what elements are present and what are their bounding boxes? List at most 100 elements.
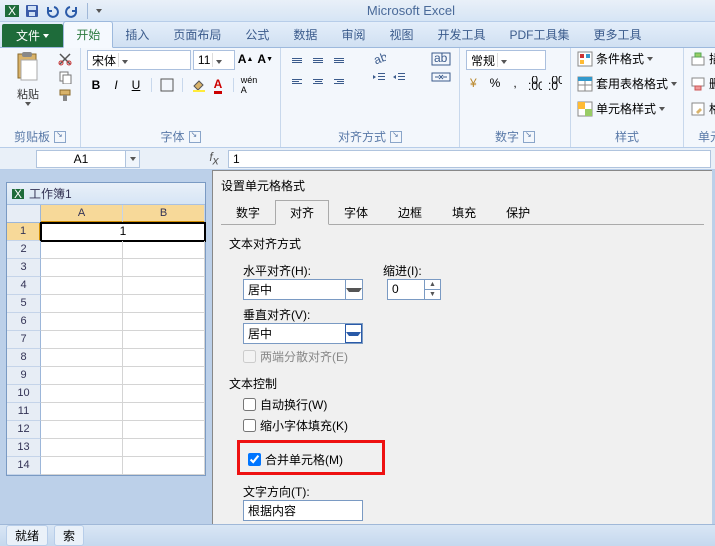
row-header[interactable]: 9 [7, 367, 41, 385]
h-align-combo[interactable]: 居中 [243, 279, 363, 300]
cell[interactable] [41, 259, 123, 277]
cell[interactable] [41, 439, 123, 457]
v-align-combo[interactable]: 居中 [243, 323, 363, 344]
grow-font-icon[interactable]: A▲ [237, 50, 255, 68]
cell[interactable] [41, 367, 123, 385]
decrease-indent-icon[interactable] [370, 68, 388, 86]
column-header-b[interactable]: B [123, 205, 205, 223]
column-header-a[interactable]: A [41, 205, 123, 223]
align-top-left[interactable] [287, 50, 307, 70]
decrease-decimal-icon[interactable]: .00.0 [546, 74, 564, 92]
cell[interactable] [41, 385, 123, 403]
align-left[interactable] [287, 71, 307, 91]
font-size-combo[interactable]: 11 [193, 50, 235, 70]
cell[interactable] [123, 439, 205, 457]
cell[interactable] [123, 259, 205, 277]
cell[interactable] [41, 331, 123, 349]
cell[interactable] [123, 421, 205, 439]
paste-button[interactable]: 粘贴 [6, 50, 50, 108]
select-all-corner[interactable] [7, 205, 41, 223]
cell[interactable] [123, 403, 205, 421]
dialog-tab-fill[interactable]: 填充 [437, 200, 491, 225]
phonetic-icon[interactable]: wénA [240, 76, 258, 94]
row-header[interactable]: 7 [7, 331, 41, 349]
tab-insert[interactable]: 插入 [113, 22, 161, 47]
wrap-text-icon[interactable]: ab [429, 50, 453, 68]
wrap-text-checkbox[interactable] [243, 398, 256, 411]
cell[interactable] [41, 295, 123, 313]
copy-icon[interactable] [56, 68, 74, 86]
tab-formulas[interactable]: 公式 [233, 22, 281, 47]
row-header[interactable]: 1 [7, 223, 41, 241]
merge-center-icon[interactable] [429, 68, 453, 86]
accounting-icon[interactable]: ¥ [466, 74, 484, 92]
font-color-icon[interactable]: A [209, 76, 227, 94]
dialog-tab-protection[interactable]: 保护 [491, 200, 545, 225]
cell[interactable] [123, 313, 205, 331]
increase-decimal-icon[interactable]: .0.00 [526, 74, 544, 92]
row-header[interactable]: 12 [7, 421, 41, 439]
align-top-center[interactable] [308, 50, 328, 70]
comma-icon[interactable]: , [506, 74, 524, 92]
conditional-format-button[interactable]: 条件格式 [577, 50, 653, 67]
fx-icon[interactable]: fx [204, 150, 224, 167]
cell[interactable] [123, 385, 205, 403]
clipboard-launcher[interactable] [54, 131, 66, 143]
cell[interactable] [41, 349, 123, 367]
save-icon[interactable] [24, 3, 40, 19]
alignment-launcher[interactable] [390, 131, 402, 143]
dialog-tab-border[interactable]: 边框 [383, 200, 437, 225]
redo-icon[interactable] [64, 3, 80, 19]
cell[interactable] [41, 241, 123, 259]
font-launcher[interactable] [189, 131, 201, 143]
cut-icon[interactable] [56, 50, 74, 68]
shrink-fit-checkbox[interactable] [243, 419, 256, 432]
dialog-tab-number[interactable]: 数字 [221, 200, 275, 225]
row-header[interactable]: 14 [7, 457, 41, 475]
cell-a1-b1[interactable]: 1 [40, 222, 206, 242]
row-header[interactable]: 6 [7, 313, 41, 331]
align-right[interactable] [329, 71, 349, 91]
tab-view[interactable]: 视图 [377, 22, 425, 47]
align-center[interactable] [308, 71, 328, 91]
tab-home[interactable]: 开始 [63, 21, 113, 48]
cell[interactable] [123, 295, 205, 313]
underline-button[interactable]: U [127, 76, 145, 94]
cell[interactable] [123, 331, 205, 349]
cell[interactable] [123, 349, 205, 367]
delete-cells-button[interactable]: 删除 [690, 75, 715, 92]
tab-page-layout[interactable]: 页面布局 [161, 22, 233, 47]
increase-indent-icon[interactable] [390, 68, 408, 86]
orientation-icon[interactable]: ab [370, 50, 388, 68]
tab-developer[interactable]: 开发工具 [425, 22, 497, 47]
font-name-combo[interactable]: 宋体 [87, 50, 191, 70]
fill-color-icon[interactable] [189, 76, 207, 94]
insert-cells-button[interactable]: 插入 [690, 50, 715, 67]
cell[interactable] [123, 367, 205, 385]
formula-bar[interactable]: 1 [228, 150, 711, 168]
cell-styles-button[interactable]: 单元格样式 [577, 100, 665, 117]
number-format-combo[interactable]: 常规 [466, 50, 546, 70]
format-as-table-button[interactable]: 套用表格格式 [577, 75, 677, 92]
bold-button[interactable]: B [87, 76, 105, 94]
format-painter-icon[interactable] [56, 86, 74, 104]
workbook-title-bar[interactable]: X 工作簿1 [7, 183, 205, 205]
cell[interactable] [123, 241, 205, 259]
tab-file[interactable]: 文件 [2, 24, 63, 47]
tab-review[interactable]: 审阅 [329, 22, 377, 47]
cell[interactable] [41, 313, 123, 331]
row-header[interactable]: 4 [7, 277, 41, 295]
dialog-tab-font[interactable]: 字体 [329, 200, 383, 225]
row-header[interactable]: 8 [7, 349, 41, 367]
italic-button[interactable]: I [107, 76, 125, 94]
cell[interactable] [41, 421, 123, 439]
row-header[interactable]: 5 [7, 295, 41, 313]
percent-icon[interactable]: % [486, 74, 504, 92]
dialog-tab-alignment[interactable]: 对齐 [275, 200, 329, 225]
qat-customize-icon[interactable] [91, 3, 107, 19]
border-icon[interactable] [158, 76, 176, 94]
row-header[interactable]: 2 [7, 241, 41, 259]
row-header[interactable]: 10 [7, 385, 41, 403]
align-top-right[interactable] [329, 50, 349, 70]
tab-more[interactable]: 更多工具 [582, 22, 654, 47]
